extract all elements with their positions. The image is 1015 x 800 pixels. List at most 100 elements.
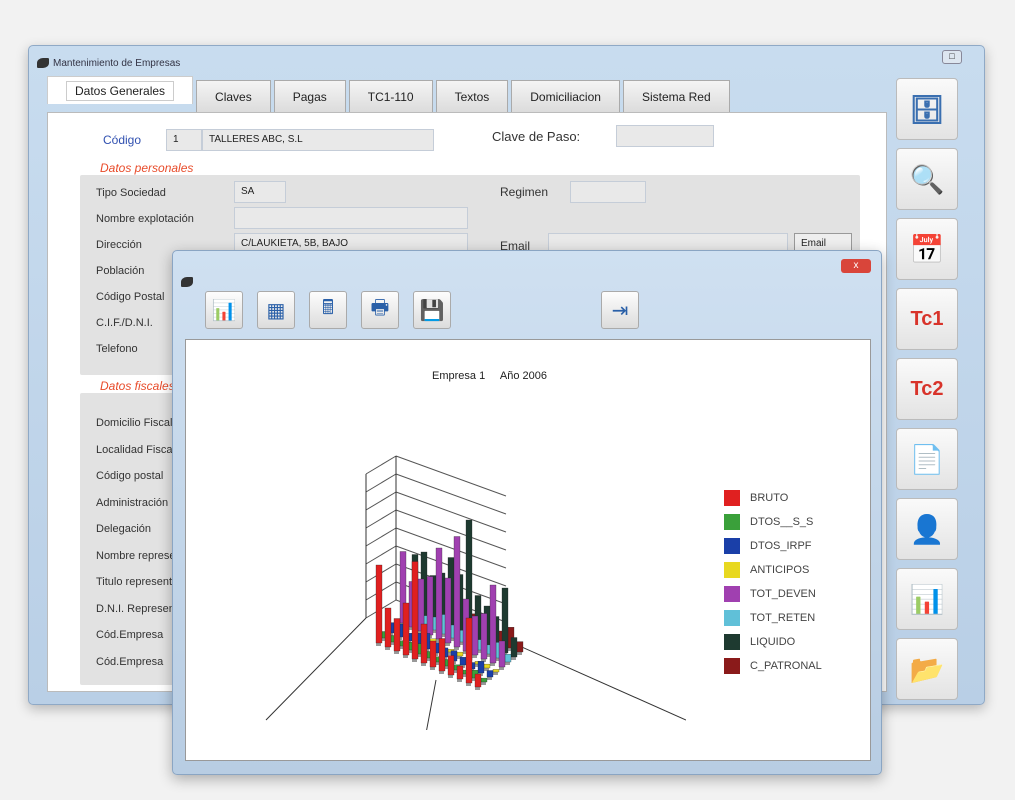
bar-dtos_irpf-12	[486, 670, 494, 678]
legend-swatch	[724, 538, 740, 554]
tab-claves[interactable]: Claves	[196, 80, 271, 112]
legend-label: DTOS_IRPF	[750, 540, 812, 552]
bar-dtos__s_s-12	[480, 677, 488, 683]
field-label: Tipo Sociedad	[96, 187, 166, 199]
field-label: Domicilio Fiscal	[96, 417, 173, 429]
sidebar-button-document[interactable]: 📄	[896, 428, 958, 490]
tab-domiciliacion[interactable]: Domiciliacion	[511, 80, 620, 112]
bar-tot_deven-11	[489, 584, 497, 664]
close-button[interactable]: □	[942, 50, 962, 64]
field-label: Administración	[96, 496, 169, 509]
sidebar-button-search-document[interactable]: 🔍	[896, 148, 958, 210]
sidebar-button-database[interactable]: 🗄	[896, 78, 958, 140]
floor-tile	[403, 655, 408, 658]
bar-tot_reten-12	[504, 654, 512, 663]
bar-bruto-3	[393, 618, 401, 652]
chart-legend: BRUTO DTOS__S_S DTOS_IRPF ANTICIPOS TOT_DEVE…	[724, 486, 822, 678]
sidebar-button-tc1[interactable]: Tc1	[896, 288, 958, 350]
sidebar-button-user[interactable]: 👤	[896, 498, 958, 560]
field-label: Código postal	[96, 470, 164, 482]
tab-label: Pagas	[292, 89, 327, 104]
bar-chart-button[interactable]: 📊	[205, 291, 243, 329]
table-button[interactable]: ▦	[257, 291, 295, 329]
floor-tile	[448, 675, 453, 678]
exit-button[interactable]: ⇥	[601, 291, 639, 329]
tab-label: Domiciliacion	[530, 89, 601, 104]
sidebar-button-calendar-chart[interactable]: 📅	[896, 218, 958, 280]
field-label: C.I.F./D.N.I.	[96, 317, 153, 329]
tipo-sociedad-field[interactable]: SA	[234, 181, 286, 203]
clave-paso-field[interactable]	[616, 125, 714, 147]
calculator-icon: 🖩	[322, 297, 334, 319]
sidebar-button-tc2[interactable]: Tc2	[896, 358, 958, 420]
axis	[265, 617, 367, 721]
tab-label: TC1-110	[367, 89, 414, 104]
legend-item: TOT_DEVEN	[724, 582, 822, 606]
chart-title: Empresa 1 Año 2006	[432, 370, 547, 382]
floor-tile	[505, 662, 510, 665]
sidebar-button-bar-chart[interactable]: 📊	[896, 568, 958, 630]
tab-bar: Datos Generales Claves Pagas TC1-110 Textos D…	[47, 76, 730, 112]
gridline	[365, 545, 397, 565]
app-icon	[37, 58, 49, 69]
company-name-field[interactable]: TALLERES ABC, S.L	[202, 129, 434, 151]
tab-textos[interactable]: Textos	[435, 80, 509, 112]
legend-label: BRUTO	[750, 492, 789, 504]
gridline	[395, 491, 507, 533]
bar-bruto-9	[447, 655, 455, 676]
tab-tc1-110[interactable]: TC1-110	[348, 80, 433, 112]
bar-tot_deven-10	[480, 613, 488, 660]
field-label: Código Postal	[96, 291, 165, 303]
tab-label: Textos	[454, 89, 490, 104]
tab-datos-generales[interactable]: Datos Generales	[47, 76, 194, 104]
codigo-number-field[interactable]: 1	[166, 129, 202, 151]
legend-swatch	[724, 610, 740, 626]
sidebar-label: Tc2	[910, 377, 944, 400]
bar-bruto-2	[384, 607, 392, 648]
floor-tile	[487, 677, 492, 680]
bar-anticipos-11	[483, 663, 491, 669]
sidebar-button-folder[interactable]: 📂	[896, 638, 958, 700]
gridline	[395, 473, 507, 515]
legend-label: TOT_DEVEN	[750, 588, 816, 600]
bar-anticipos-12	[492, 669, 500, 673]
bar-dtos_irpf-11	[477, 661, 485, 674]
search-document-icon: 🔍	[909, 163, 945, 195]
window-title: Mantenimiento de Empresas	[37, 58, 180, 69]
tab-pagas[interactable]: Pagas	[273, 80, 346, 112]
bar-tot_deven-4	[426, 576, 434, 636]
nombre-explotacion-field[interactable]	[234, 207, 468, 229]
clave-paso-label: Clave de Paso:	[492, 129, 581, 144]
bar-bruto-5	[411, 561, 419, 660]
document-icon: 📄	[909, 443, 945, 475]
legend-swatch	[724, 490, 740, 506]
field-label: Cód.Empresa	[96, 655, 164, 668]
fiscal-title: Datos fiscales	[100, 379, 175, 393]
bar-tot_deven-3	[417, 578, 425, 632]
bar-tot_deven-5	[435, 547, 443, 640]
folder-icon: 📂	[909, 653, 945, 685]
tab-sistema-red[interactable]: Sistema Red	[622, 80, 730, 112]
legend-label: ANTICIPOS	[750, 564, 810, 576]
regimen-label: Regimen	[500, 185, 549, 199]
app-icon	[181, 277, 193, 287]
bar-bruto-11	[465, 617, 473, 684]
close-button[interactable]: x	[841, 259, 871, 273]
regimen-select[interactable]	[570, 181, 646, 203]
floor-tile	[394, 651, 399, 654]
tab-label: Sistema Red	[641, 89, 711, 104]
bar-bruto-12	[474, 673, 482, 688]
floor-tile	[493, 672, 498, 675]
legend-label: C_PATRONAL	[750, 660, 822, 672]
legend-swatch	[724, 562, 740, 578]
legend-item: TOT_RETEN	[724, 606, 822, 630]
chart-window: x 📊 ▦ 🖩 🖶 💾 ⇥ Empresa 1 Año 2006 BRUTO DTOS__S…	[172, 250, 882, 775]
bar-bruto-1	[375, 564, 383, 644]
save-button[interactable]: 💾	[413, 291, 451, 329]
bar-chart-icon: 📊	[909, 583, 945, 615]
bar-bruto-4	[402, 602, 410, 656]
tab-label: Datos Generales	[66, 80, 175, 101]
legend-item: C_PATRONAL	[724, 654, 822, 678]
calculator-button[interactable]: 🖩	[309, 291, 347, 329]
print-button[interactable]: 🖶	[361, 291, 399, 329]
